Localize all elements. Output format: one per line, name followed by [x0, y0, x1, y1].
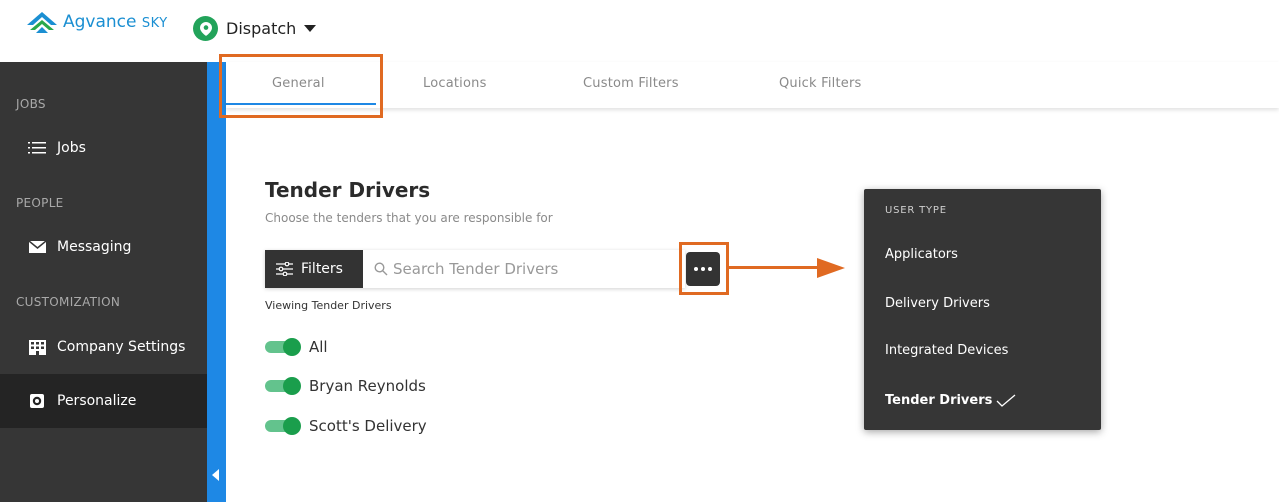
module-label: Dispatch [226, 19, 297, 38]
dropdown-item-label: Tender Drivers [885, 393, 993, 408]
sidebar-item-company-settings[interactable]: Company Settings [0, 320, 207, 374]
search-bar: Filters [265, 250, 685, 288]
annotation-highlight-more-button [679, 242, 729, 295]
user-type-dropdown: USER TYPE Applicators Delivery Drivers I… [864, 189, 1101, 430]
tab-custom-filters[interactable]: Custom Filters [583, 76, 679, 91]
tab-locations[interactable]: Locations [423, 76, 487, 91]
sidebar-item-jobs[interactable]: Jobs [0, 121, 207, 175]
tab-quick-filters[interactable]: Quick Filters [779, 76, 861, 91]
logo-text-sky: SKY [141, 16, 168, 31]
dropdown-item-label: Integrated Devices [885, 343, 1009, 358]
gear-icon [27, 393, 47, 409]
filters-button[interactable]: Filters [265, 250, 363, 288]
sidebar-section-people: PEOPLE [16, 196, 64, 210]
top-header: Agvance SKY Dispatch [0, 0, 1279, 62]
annotation-arrow-head-icon [817, 258, 845, 278]
sidebar-item-label: Company Settings [57, 339, 186, 355]
sidebar-item-label: Personalize [57, 393, 137, 409]
dropdown-item-tender-drivers[interactable]: Tender Drivers [885, 393, 1016, 408]
search-icon [374, 261, 388, 280]
tab-bar: General Locations Custom Filters Quick F… [226, 62, 1279, 108]
toggle-switch[interactable] [265, 338, 301, 356]
toggle-row-all: All [265, 336, 328, 358]
sidebar: JOBS Jobs PEOPLE Messaging CUSTOMIZATION [0, 62, 207, 502]
sidebar-section-jobs: JOBS [16, 97, 46, 111]
toggle-label: Scott's Delivery [309, 417, 427, 435]
toggle-switch[interactable] [265, 417, 301, 435]
sidebar-section-customization: CUSTOMIZATION [16, 295, 121, 309]
dropdown-item-applicators[interactable]: Applicators [885, 247, 958, 262]
list-icon [27, 141, 47, 155]
annotation-highlight-general-tab [219, 54, 383, 118]
sidebar-item-messaging[interactable]: Messaging [0, 220, 207, 274]
toggle-switch[interactable] [265, 377, 301, 395]
toggle-label: All [309, 338, 328, 356]
sidebar-item-label: Jobs [57, 140, 86, 156]
sidebar-item-personalize[interactable]: Personalize [0, 374, 207, 428]
agvance-logo-icon [27, 12, 57, 33]
dropdown-item-label: Applicators [885, 247, 958, 262]
page-subtitle: Choose the tenders that you are responsi… [265, 211, 553, 225]
sliders-icon [276, 262, 293, 276]
caret-down-icon [304, 25, 317, 32]
location-pin-icon [193, 16, 218, 41]
agvance-logo[interactable]: Agvance SKY [27, 12, 168, 34]
toggle-row-bryan-reynolds: Bryan Reynolds [265, 375, 426, 397]
collapse-arrow-icon[interactable] [212, 469, 219, 481]
toggle-row-scotts-delivery: Scott's Delivery [265, 415, 427, 437]
dropdown-header: USER TYPE [885, 205, 947, 216]
toggle-label: Bryan Reynolds [309, 377, 426, 395]
checkmark-icon [996, 394, 1016, 408]
dropdown-item-label: Delivery Drivers [885, 296, 990, 311]
filters-button-label: Filters [301, 261, 343, 277]
building-icon [27, 339, 47, 355]
page-title: Tender Drivers [265, 178, 431, 202]
search-input[interactable] [393, 254, 673, 284]
dropdown-item-integrated-devices[interactable]: Integrated Devices [885, 343, 1008, 358]
sidebar-item-label: Messaging [57, 239, 132, 255]
annotation-arrow-line [727, 266, 819, 269]
viewing-label: Viewing Tender Drivers [265, 299, 392, 312]
sidebar-collapse-strip[interactable] [207, 62, 226, 502]
envelope-icon [27, 241, 47, 253]
dropdown-item-delivery-drivers[interactable]: Delivery Drivers [885, 296, 990, 311]
module-selector[interactable]: Dispatch [193, 16, 317, 41]
logo-text-main: Agvance [63, 12, 137, 32]
